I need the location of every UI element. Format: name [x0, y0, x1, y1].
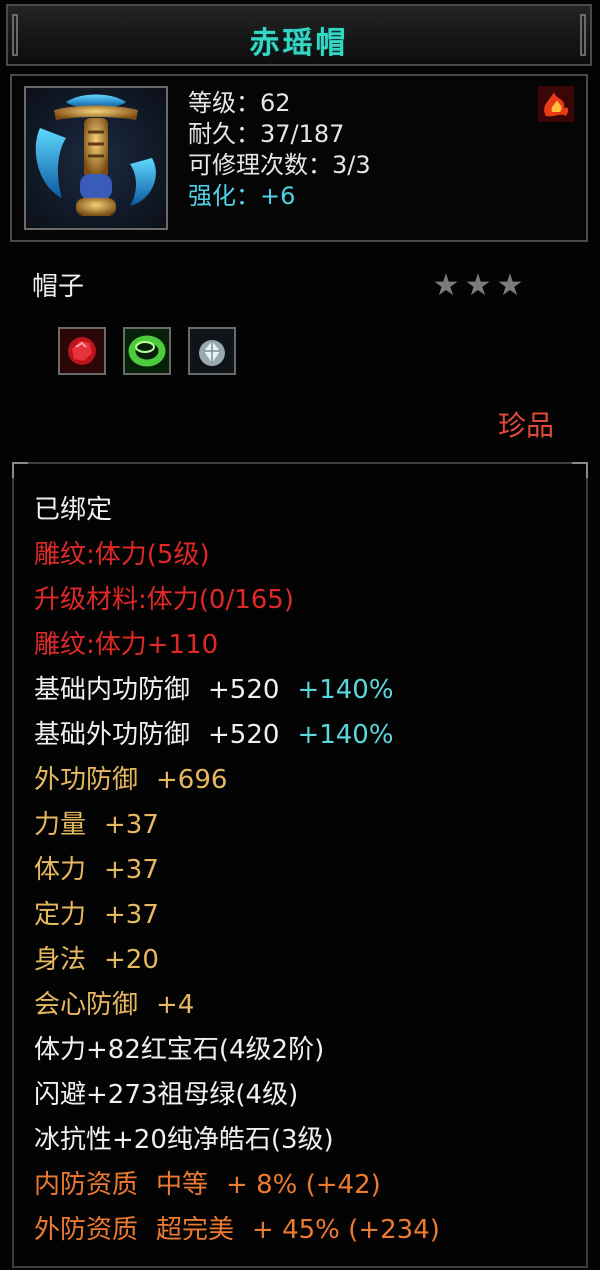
hat-icon	[35, 94, 156, 216]
strength-value: +37	[104, 810, 159, 840]
engrave-bonus-line: 雕纹:体力+110	[34, 630, 219, 660]
focus-label: 定力	[34, 900, 87, 930]
ruby-gem-icon[interactable]	[58, 327, 106, 375]
item-type-label: 帽子	[32, 272, 85, 302]
agility-label: 身法	[34, 945, 87, 975]
outer-defense-label: 外功防御	[34, 765, 139, 795]
outer-quality-line: 外防资质 超完美 + 45% (+234)	[34, 1208, 440, 1253]
item-tooltip-panel: 赤瑶帽 等级：62 耐久：37/187 可修理次数：3/3 强化：+6 帽子 ★…	[0, 0, 600, 1270]
base-outer-defense-value: +520	[208, 720, 280, 750]
title-bar: 赤瑶帽	[6, 4, 592, 66]
fire-element-icon	[538, 86, 574, 122]
outer-quality-label: 外防资质	[34, 1215, 139, 1245]
enhance-stat: 强化：+6	[188, 182, 296, 210]
outer-defense-value: +696	[156, 765, 228, 795]
outer-quality-grade: 超完美	[156, 1215, 235, 1245]
emerald-gem-icon[interactable]	[123, 327, 172, 375]
inner-quality-label: 内防资质	[34, 1170, 139, 1200]
base-outer-defense-line: 基础外功防御 +520 +140%	[34, 713, 440, 758]
item-header: 等级：62 耐久：37/187 可修理次数：3/3 强化：+6	[10, 74, 588, 242]
gem-bonus-3: 冰抗性+20纯净皓石(3级)	[34, 1125, 334, 1155]
focus-value: +37	[104, 900, 159, 930]
gem-slots	[58, 327, 248, 375]
crit-defense-label: 会心防御	[34, 990, 139, 1020]
base-inner-defense-value: +520	[208, 675, 280, 705]
gem-bonus-2: 闪避+273祖母绿(4级)	[34, 1080, 299, 1110]
crit-defense-line: 会心防御 +4	[34, 983, 440, 1028]
base-inner-defense-pct: +140%	[297, 675, 394, 705]
inner-quality-value: + 8% (+42)	[226, 1170, 381, 1200]
rarity-label: 珍品	[497, 409, 554, 442]
item-icon-frame	[24, 86, 168, 230]
level-stat: 等级：62	[188, 89, 291, 117]
focus-line: 定力 +37	[34, 893, 440, 938]
base-inner-defense-line: 基础内功防御 +520 +140%	[34, 668, 440, 713]
attribute-list: 已绑定 雕纹:体力(5级) 升级材料:体力(0/165) 雕纹:体力+110 基…	[34, 488, 440, 1253]
inner-quality-line: 内防资质 中等 + 8% (+42)	[34, 1163, 440, 1208]
inner-quality-grade: 中等	[156, 1170, 209, 1200]
agility-line: 身法 +20	[34, 938, 440, 983]
upgrade-material-line: 升级材料:体力(0/165)	[34, 585, 294, 615]
base-inner-defense-label: 基础内功防御	[34, 675, 191, 705]
diamond-gem-icon[interactable]	[188, 327, 237, 375]
item-stats: 等级：62 耐久：37/187 可修理次数：3/3 强化：+6	[188, 88, 371, 212]
durability-stat: 耐久：37/187	[188, 120, 345, 148]
bound-status: 已绑定	[34, 495, 113, 525]
attributes-box: 已绑定 雕纹:体力(5级) 升级材料:体力(0/165) 雕纹:体力+110 基…	[12, 462, 588, 1268]
base-outer-defense-pct: +140%	[297, 720, 394, 750]
gem-bonus-1: 体力+82红宝石(4级2阶)	[34, 1035, 325, 1065]
star-rating: ★ ★ ★	[430, 268, 526, 303]
base-outer-defense-label: 基础外功防御	[34, 720, 191, 750]
strength-label: 力量	[34, 810, 87, 840]
stamina-line: 体力 +37	[34, 848, 440, 893]
stamina-value: +37	[104, 855, 159, 885]
item-title: 赤瑶帽	[249, 26, 349, 61]
repair-count-stat: 可修理次数：3/3	[188, 151, 371, 179]
engrave-line: 雕纹:体力(5级)	[34, 540, 210, 570]
crit-defense-value: +4	[156, 990, 195, 1020]
outer-quality-value: + 45% (+234)	[252, 1215, 440, 1245]
outer-defense-line: 外功防御 +696	[34, 758, 440, 803]
stamina-label: 体力	[34, 855, 87, 885]
star-icon: ★	[464, 268, 492, 303]
star-icon: ★	[496, 268, 524, 303]
agility-value: +20	[104, 945, 159, 975]
strength-line: 力量 +37	[34, 803, 440, 848]
star-icon: ★	[432, 268, 460, 303]
